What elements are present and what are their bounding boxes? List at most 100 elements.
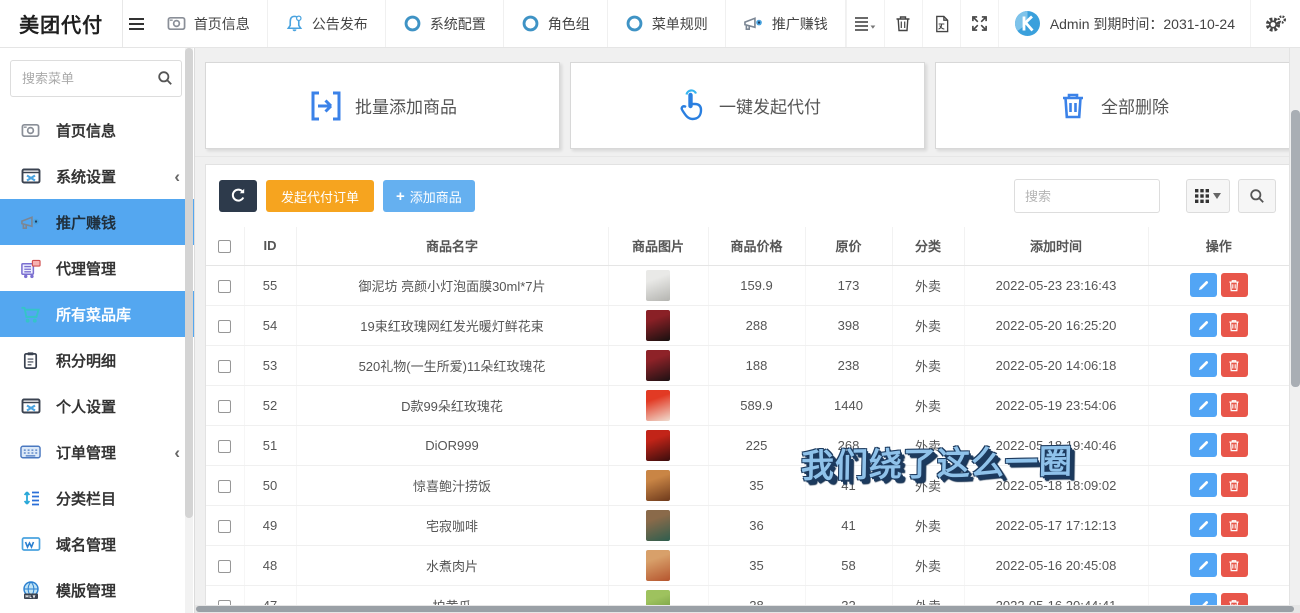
topnav-item-2[interactable]: 公告发布 [268, 0, 386, 47]
product-image[interactable] [646, 390, 670, 421]
admin-expiry-text: Admin 到期时间：2031-10-24 [1050, 14, 1235, 34]
category: 外卖 [892, 425, 964, 465]
horizontal-scrollbar-thumb[interactable] [196, 606, 1294, 612]
sidebar-scrollbar[interactable] [185, 48, 193, 613]
table-row: 49宅寂咖啡3641外卖2022-05-17 17:12:13 [206, 505, 1289, 545]
sidebar-item-1[interactable]: 首页信息 [0, 107, 194, 153]
topnav-item-6[interactable]: 推广赚钱 [726, 0, 846, 47]
product-image[interactable] [646, 430, 670, 461]
sidebar: 首页信息系统设置‹推广赚钱代理管理所有菜品库积分明细个人设置订单管理‹分类栏目域… [0, 48, 195, 613]
select-all-checkbox[interactable] [218, 240, 231, 253]
settings-button[interactable] [1250, 0, 1300, 47]
edit-button[interactable] [1190, 393, 1217, 417]
column-header: 操作 [1148, 227, 1289, 265]
row-checkbox[interactable] [218, 480, 231, 493]
column-header: 添加时间 [964, 227, 1148, 265]
sidebar-item-label: 积分明细 [56, 350, 116, 371]
admin-account[interactable]: Admin 到期时间：2031-10-24 [998, 0, 1250, 47]
hamburger-menu-icon[interactable] [123, 0, 149, 47]
sidebar-item-2[interactable]: 系统设置‹ [0, 153, 194, 199]
table-row: 5419束红玫瑰网红发光暖灯鲜花束288398外卖2022-05-20 16:2… [206, 305, 1289, 345]
row-checkbox[interactable] [218, 400, 231, 413]
trash-icon [1056, 89, 1090, 123]
action-card-1[interactable]: 批量添加商品 [205, 62, 560, 149]
add-product-button[interactable]: + 添加商品 [383, 180, 475, 212]
topnav-item-label: 推广赚钱 [772, 14, 828, 34]
edit-button[interactable] [1190, 273, 1217, 297]
edit-button[interactable] [1190, 433, 1217, 457]
delete-button[interactable] [1221, 313, 1248, 337]
delete-button[interactable] [1221, 513, 1248, 537]
product-image[interactable] [646, 350, 670, 381]
row-checkbox[interactable] [218, 280, 231, 293]
sidebar-item-6[interactable]: 积分明细 [0, 337, 194, 383]
topnav-item-1[interactable]: 首页信息 [150, 0, 268, 47]
brand-k-logo [1014, 10, 1041, 37]
delete-button[interactable] [1221, 473, 1248, 497]
table-search-button[interactable] [1238, 179, 1276, 213]
edit-button[interactable] [1190, 513, 1217, 537]
topnav-item-label: 菜单规则 [652, 14, 708, 34]
product-image[interactable] [646, 270, 670, 301]
grid-icon [1195, 189, 1209, 203]
row-checkbox[interactable] [218, 360, 231, 373]
delete-button[interactable] [1221, 553, 1248, 577]
row-id: 48 [244, 545, 296, 585]
vertical-scrollbar-thumb[interactable] [1291, 110, 1300, 387]
product-image[interactable] [646, 310, 670, 341]
topnav-item-5[interactable]: 菜单规则 [608, 0, 726, 47]
edit-button[interactable] [1190, 353, 1217, 377]
sidebar-item-11[interactable]: 模版管理 [0, 567, 194, 613]
row-checkbox[interactable] [218, 440, 231, 453]
clear-cache-button[interactable] [884, 0, 922, 47]
edit-button[interactable] [1190, 313, 1217, 337]
docs-button[interactable] [922, 0, 960, 47]
photo-icon [20, 120, 41, 141]
action-card-3[interactable]: 全部删除 [935, 62, 1290, 149]
row-checkbox[interactable] [218, 320, 231, 333]
sidebar-item-9[interactable]: 分类栏目 [0, 475, 194, 521]
delete-button[interactable] [1221, 353, 1248, 377]
select-all-header [206, 227, 244, 265]
list-dropdown-button[interactable] [846, 0, 884, 47]
sidebar-item-5[interactable]: 所有菜品库 [0, 291, 194, 337]
fullscreen-button[interactable] [960, 0, 998, 47]
sidebar-item-4[interactable]: 代理管理 [0, 245, 194, 291]
sidebar-item-8[interactable]: 订单管理‹ [0, 429, 194, 475]
topnav-item-4[interactable]: 角色组 [504, 0, 608, 47]
product-name: 惊喜鲍汁捞饭 [296, 465, 608, 505]
horizontal-scrollbar[interactable] [195, 605, 1300, 613]
sidebar-item-label: 所有菜品库 [56, 304, 131, 325]
table-row: 52D款99朵红玫瑰花589.91440外卖2022-05-19 23:54:0… [206, 385, 1289, 425]
product-image[interactable] [646, 550, 670, 581]
delete-button[interactable] [1221, 273, 1248, 297]
product-image[interactable] [646, 510, 670, 541]
columns-toggle-button[interactable] [1186, 179, 1230, 213]
vertical-scrollbar[interactable] [1289, 48, 1300, 613]
table-search-input[interactable] [1014, 179, 1160, 213]
search-icon [1249, 188, 1265, 204]
chevron-left-icon: ‹ [174, 168, 180, 185]
row-checkbox[interactable] [218, 520, 231, 533]
edit-button[interactable] [1190, 473, 1217, 497]
create-pay-order-button[interactable]: 发起代付订单 [266, 180, 374, 212]
sidebar-item-10[interactable]: 域名管理 [0, 521, 194, 567]
fullscreen-icon [971, 15, 988, 32]
table-row: 51DiOR999225268外卖2022-05-18 19:40:46 [206, 425, 1289, 465]
sidebar-item-7[interactable]: 个人设置 [0, 383, 194, 429]
file-text-icon [933, 15, 950, 33]
row-id: 54 [244, 305, 296, 345]
delete-button[interactable] [1221, 433, 1248, 457]
edit-button[interactable] [1190, 553, 1217, 577]
delete-button[interactable] [1221, 393, 1248, 417]
topnav-item-3[interactable]: 系统配置 [386, 0, 504, 47]
sidebar-item-3[interactable]: 推广赚钱 [0, 199, 194, 245]
column-header: 分类 [892, 227, 964, 265]
sidebar-scrollbar-thumb[interactable] [185, 48, 193, 518]
action-card-2[interactable]: 一键发起代付 [570, 62, 925, 149]
product-image[interactable] [646, 470, 670, 501]
topnav-item-label: 公告发布 [312, 14, 368, 34]
refresh-button[interactable] [219, 180, 257, 212]
table-row: 48水煮肉片3558外卖2022-05-16 20:45:08 [206, 545, 1289, 585]
row-checkbox[interactable] [218, 560, 231, 573]
